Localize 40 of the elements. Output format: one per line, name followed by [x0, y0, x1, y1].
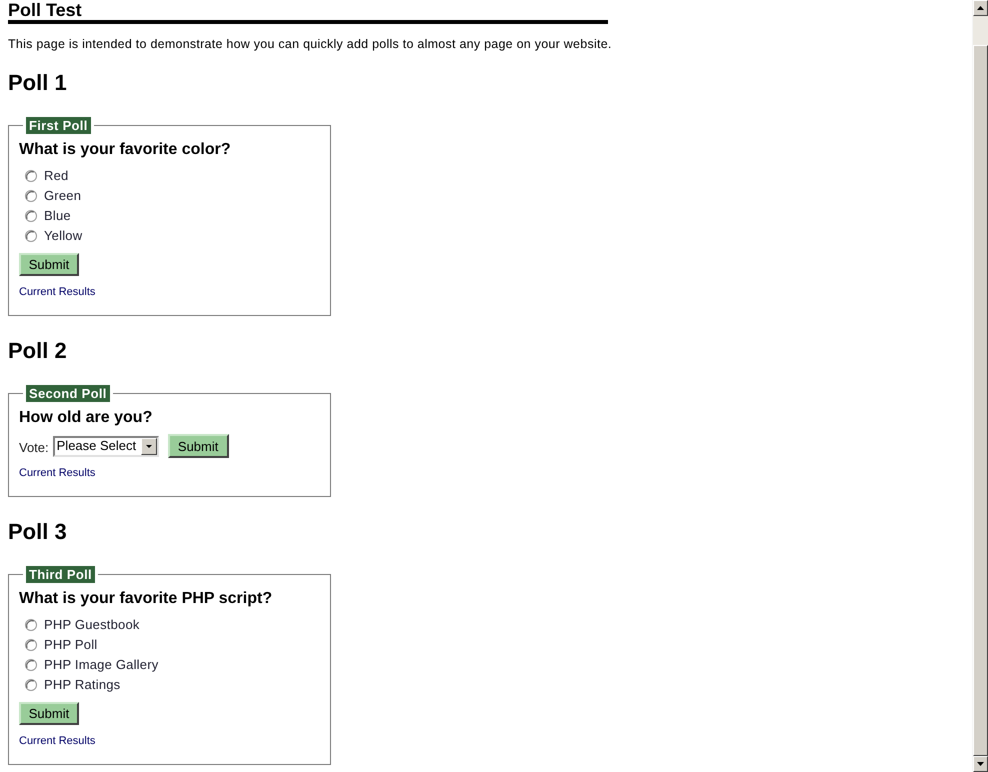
option-label[interactable]: Yellow: [44, 228, 82, 244]
poll-question: What is your favorite PHP script?: [19, 589, 274, 609]
field-label: Vote:: [19, 440, 49, 456]
down-arrow-icon: [977, 762, 984, 766]
scroll-down-button[interactable]: [973, 756, 988, 772]
radio-button[interactable]: [25, 210, 37, 222]
radio-button[interactable]: [25, 619, 37, 631]
submit-button[interactable]: Submit: [19, 702, 79, 725]
radio-button[interactable]: [25, 230, 37, 242]
results-link[interactable]: Current Results: [19, 467, 96, 479]
option-label[interactable]: Green: [44, 188, 82, 204]
option-label[interactable]: PHP Ratings: [44, 677, 120, 693]
results-link[interactable]: Current Results: [19, 735, 96, 747]
radio-button[interactable]: [25, 170, 37, 182]
radio-button[interactable]: [25, 190, 37, 202]
up-arrow-icon: [977, 6, 984, 10]
radio-button[interactable]: [25, 639, 37, 651]
option-label[interactable]: PHP Poll: [44, 637, 98, 653]
option-label[interactable]: Blue: [44, 208, 71, 224]
poll-question: What is your favorite color?: [19, 140, 232, 160]
poll-question: How old are you?: [19, 408, 154, 428]
intro-text: This page is intended to demonstrate how you can quickly add polls to almost any page on your website.: [8, 36, 612, 52]
submit-button[interactable]: Submit: [168, 434, 229, 458]
caret-icon[interactable]: [140, 438, 157, 454]
poll-legend: Third Poll: [26, 566, 95, 583]
option-label[interactable]: PHP Image Gallery: [44, 657, 158, 673]
radio-button[interactable]: [25, 659, 37, 671]
poll-legend: Second Poll: [26, 385, 110, 402]
poll-heading: Poll 1: [8, 70, 68, 96]
poll-heading: Poll 2: [8, 338, 68, 364]
page-title: Poll Test: [8, 0, 82, 20]
option-label[interactable]: Red: [44, 168, 68, 184]
poll-heading: Poll 3: [8, 519, 68, 545]
results-link[interactable]: Current Results: [19, 286, 96, 298]
poll-legend: First Poll: [26, 117, 91, 134]
dropdown[interactable]: Please Select: [52, 436, 159, 456]
submit-button[interactable]: Submit: [19, 253, 79, 276]
radio-button[interactable]: [25, 679, 37, 691]
scroll-up-button[interactable]: [973, 0, 988, 16]
option-label[interactable]: PHP Guestbook: [44, 617, 140, 633]
